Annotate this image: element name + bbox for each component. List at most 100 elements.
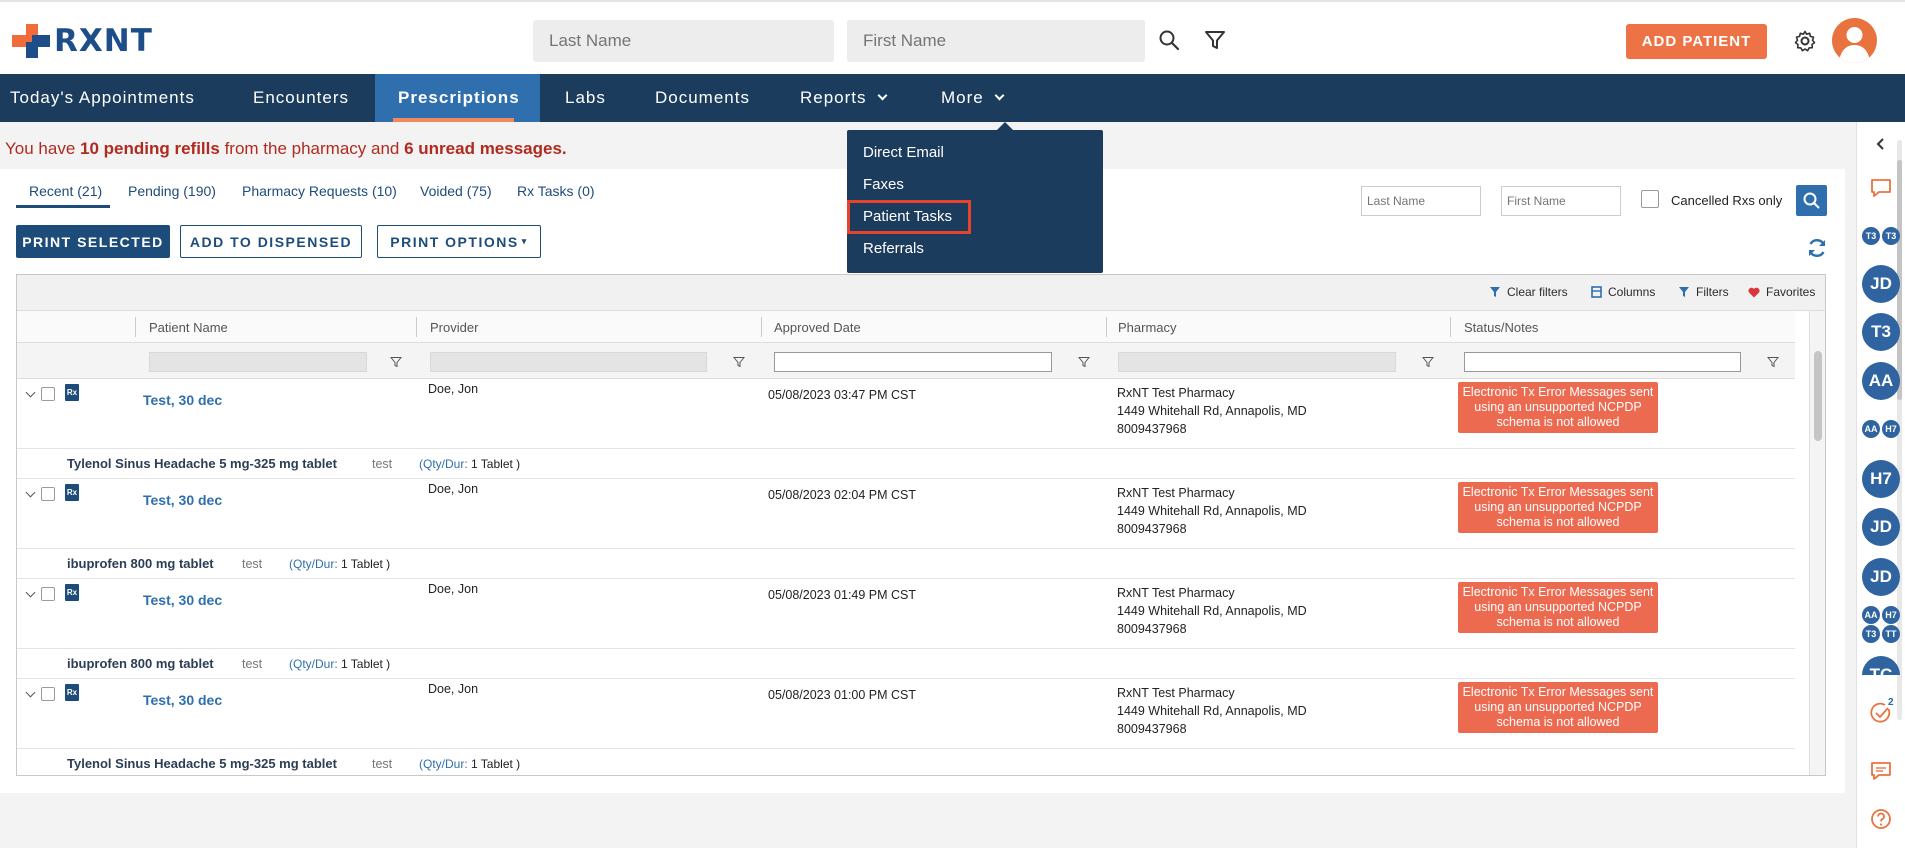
avatar-badge[interactable]: TC [1862, 656, 1900, 675]
column-provider[interactable]: Provider [430, 320, 478, 335]
clear-filters-button[interactable]: Clear filters [1489, 285, 1568, 299]
expand-row-icon[interactable] [25, 687, 36, 698]
avatar-badge[interactable]: JD [1862, 508, 1900, 546]
filter-search-button[interactable] [1796, 185, 1827, 216]
nav-todays-appointments[interactable]: Today's Appointments [10, 74, 195, 122]
column-filter-icon[interactable] [733, 356, 745, 368]
table-row[interactable]: Rx Test, 30 dec Doe, Jon 05/08/2023 01:4… [17, 579, 1795, 649]
logo-text: RXNT [54, 23, 153, 59]
column-status-notes[interactable]: Status/Notes [1464, 320, 1538, 335]
nav-encounters[interactable]: Encounters [253, 74, 349, 122]
avatar-badge[interactable]: T3 [1862, 227, 1880, 245]
nav-more[interactable]: More [941, 74, 1005, 122]
avatar-badge[interactable]: T3 [1882, 227, 1900, 245]
drug-note: test [372, 457, 393, 471]
drug-name: Tylenol Sinus Headache 5 mg-325 mg table… [67, 756, 337, 771]
table-row[interactable]: Rx Test, 30 dec Doe, Jon 05/08/2023 01:0… [17, 679, 1795, 749]
drug-detail-row: ibuprofen 800 mg tablet test (Qty/Dur: 1… [17, 649, 1795, 679]
filters-button[interactable]: Filters [1678, 285, 1729, 299]
approved-date-filter-input[interactable] [774, 352, 1052, 372]
status-notes-filter-input[interactable] [1464, 352, 1741, 372]
patient-name-filter-input[interactable] [149, 352, 367, 372]
table-row[interactable]: Rx Test, 30 dec Doe, Jon 05/08/2023 03:4… [17, 379, 1795, 449]
provider-cell: Doe, Jon [428, 682, 479, 696]
columns-icon [1591, 286, 1602, 298]
grid-scrollbar[interactable] [1809, 311, 1825, 775]
table-row[interactable]: Rx Test, 30 dec Doe, Jon 05/08/2023 02:0… [17, 479, 1795, 549]
expand-row-icon[interactable] [25, 387, 36, 398]
heart-icon [1748, 287, 1760, 297]
nav-documents[interactable]: Documents [655, 74, 750, 122]
tab-pharmacy-requests[interactable]: Pharmacy Requests (10) [242, 183, 397, 199]
patient-name-link[interactable]: Test, 30 dec [143, 392, 222, 408]
chat-bubble-icon[interactable] [1868, 175, 1894, 201]
column-approved-date[interactable]: Approved Date [774, 320, 861, 335]
column-patient-name[interactable]: Patient Name [149, 320, 228, 335]
add-patient-button[interactable]: ADD PATIENT [1626, 24, 1767, 59]
grid-scrollbar-thumb[interactable] [1814, 351, 1822, 441]
row-select-checkbox[interactable] [41, 387, 55, 401]
active-tab-indicator [16, 205, 110, 208]
column-filter-icon[interactable] [1078, 356, 1090, 368]
help-question-icon[interactable] [1868, 806, 1894, 832]
last-name-search-input[interactable] [533, 20, 834, 62]
print-selected-button[interactable]: PRINT SELECTED [16, 225, 170, 258]
provider-filter-input[interactable] [430, 352, 707, 372]
settings-gear-icon[interactable] [1793, 29, 1817, 53]
avatar-badge[interactable]: AA [1862, 606, 1880, 624]
avatar-badge[interactable]: T3 [1862, 313, 1900, 351]
tab-pending[interactable]: Pending (190) [128, 183, 216, 199]
columns-button[interactable]: Columns [1591, 285, 1655, 299]
column-pharmacy[interactable]: Pharmacy [1118, 320, 1177, 335]
avatar-badge[interactable]: AA [1862, 362, 1900, 400]
filter-first-name-input[interactable] [1501, 186, 1621, 216]
user-avatar[interactable] [1832, 18, 1877, 63]
tab-recent[interactable]: Recent (21) [29, 183, 102, 199]
pending-refills-link[interactable]: 10 pending refills [80, 139, 220, 158]
column-filter-icon[interactable] [1422, 356, 1434, 368]
menu-item-faxes[interactable]: Faxes [863, 176, 904, 193]
add-to-dispensed-button[interactable]: ADD TO DISPENSED [180, 225, 362, 258]
avatar-badge[interactable]: AA [1862, 420, 1880, 438]
search-icon[interactable] [1157, 28, 1181, 52]
nav-prescriptions[interactable]: Prescriptions [375, 74, 540, 122]
favorites-button[interactable]: Favorites [1748, 285, 1815, 299]
nav-labs[interactable]: Labs [565, 74, 606, 122]
nav-reports[interactable]: Reports [800, 74, 887, 122]
row-select-checkbox[interactable] [41, 587, 55, 601]
row-select-checkbox[interactable] [41, 687, 55, 701]
filter-funnel-icon[interactable] [1203, 28, 1227, 52]
approved-date-cell: 05/08/2023 01:49 PM CST [768, 588, 917, 602]
tab-rx-tasks[interactable]: Rx Tasks (0) [517, 183, 595, 199]
patient-name-link[interactable]: Test, 30 dec [143, 492, 222, 508]
pharmacy-filter-input[interactable] [1118, 352, 1396, 372]
print-options-button[interactable]: PRINT OPTIONS ▾ [377, 225, 541, 258]
patient-name-link[interactable]: Test, 30 dec [143, 592, 222, 608]
collapse-chevron-left-icon[interactable] [1874, 136, 1888, 152]
refresh-icon[interactable] [1806, 237, 1828, 259]
search-icon [1803, 192, 1820, 209]
avatar-badge[interactable]: JD [1862, 558, 1900, 596]
cancelled-rxs-checkbox[interactable] [1641, 190, 1659, 208]
column-filter-icon[interactable] [390, 356, 402, 368]
expand-row-icon[interactable] [25, 487, 36, 498]
message-icon[interactable] [1868, 758, 1894, 784]
menu-item-patient-tasks[interactable]: Patient Tasks [863, 208, 952, 225]
tab-voided[interactable]: Voided (75) [420, 183, 492, 199]
avatar-badge[interactable]: T3 [1862, 625, 1880, 643]
menu-item-direct-email[interactable]: Direct Email [863, 144, 944, 161]
filter-last-name-input[interactable] [1361, 186, 1481, 216]
avatar-badge[interactable]: JD [1862, 265, 1900, 303]
unread-messages-link[interactable]: 6 unread messages. [404, 139, 567, 158]
rxnt-logo[interactable]: RXNT [12, 22, 153, 60]
patient-name-link[interactable]: Test, 30 dec [143, 692, 222, 708]
column-filter-icon[interactable] [1767, 356, 1779, 368]
first-name-search-input[interactable] [847, 20, 1145, 62]
expand-row-icon[interactable] [25, 587, 36, 598]
avatar-badge[interactable]: TT [1882, 625, 1900, 643]
avatar-badge[interactable]: H7 [1882, 420, 1900, 438]
avatar-badge[interactable]: H7 [1862, 460, 1900, 498]
row-select-checkbox[interactable] [41, 487, 55, 501]
avatar-badge[interactable]: H7 [1882, 606, 1900, 624]
menu-item-referrals[interactable]: Referrals [863, 240, 924, 257]
